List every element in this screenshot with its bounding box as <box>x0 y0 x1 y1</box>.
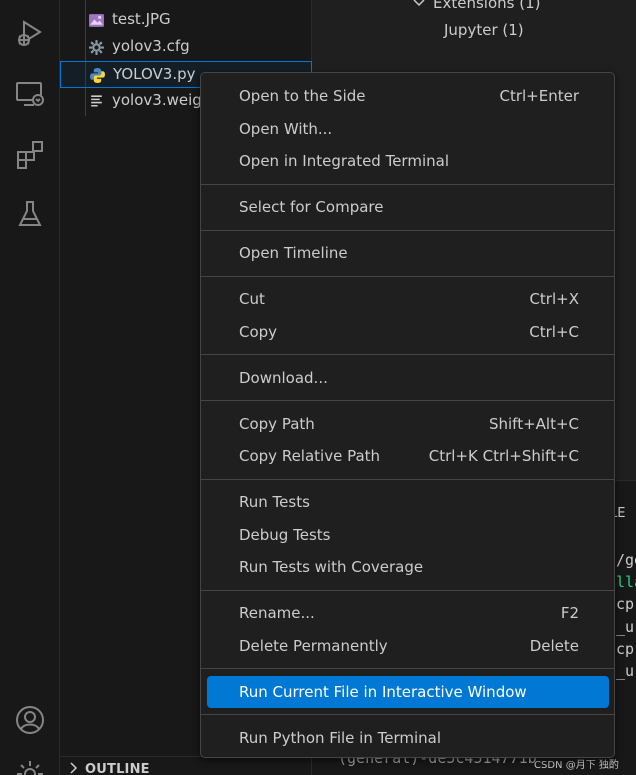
menu-item-label: Open in Integrated Terminal <box>239 152 449 170</box>
menu-item-rename[interactable]: Rename... F2 <box>207 597 609 629</box>
menu-item-label: Select for Compare <box>239 198 384 216</box>
menu-item-copy-relative-path[interactable]: Copy Relative Path Ctrl+K Ctrl+Shift+C <box>207 440 609 472</box>
outline-section-header[interactable]: OUTLINE <box>60 756 312 775</box>
panel-text-fragment: _u <box>616 662 635 680</box>
menu-item-label: Run Tests <box>239 493 310 511</box>
file-name: YOLOV3.py <box>113 65 196 83</box>
menu-separator <box>201 229 614 231</box>
menu-separator <box>201 183 614 185</box>
menu-item-run-python-file-in-terminal[interactable]: Run Python File in Terminal <box>207 722 609 754</box>
chevron-right-icon <box>70 762 78 774</box>
menu-item-label: Open Timeline <box>239 244 348 262</box>
panel-text-fragment: cp <box>616 595 635 613</box>
extensions-heading: Extensions (1) <box>433 0 541 12</box>
text-file-icon <box>91 95 102 107</box>
menu-item-label: Run Python File in Terminal <box>239 728 441 747</box>
menu-item-label: Debug Tests <box>239 525 331 544</box>
context-menu: Open to the Side Ctrl+Enter Open With... Op… <box>200 72 615 758</box>
manage-gear-icon[interactable] <box>12 756 48 775</box>
menu-separator <box>201 275 614 277</box>
file-name: yolov3.weigl <box>112 91 206 109</box>
menu-separator <box>201 714 614 715</box>
file-name: yolov3.cfg <box>112 37 190 55</box>
menu-item-shortcut: Delete <box>529 636 579 655</box>
menu-item-copy[interactable]: Copy Ctrl+C <box>207 316 609 348</box>
activity-bar <box>0 0 60 775</box>
menu-item-cut[interactable]: Cut Ctrl+X <box>207 283 609 315</box>
menu-item-shortcut: Ctrl+C <box>529 322 579 341</box>
outline-label: OUTLINE <box>85 762 150 775</box>
python-file-icon <box>90 68 105 83</box>
extensions-icon[interactable] <box>12 136 48 172</box>
file-row-yolov3-cfg[interactable]: yolov3.cfg <box>60 34 312 61</box>
menu-item-shortcut: Ctrl+Enter <box>499 87 579 105</box>
menu-item-label: Rename... <box>239 604 315 622</box>
menu-item-label: Open With... <box>239 119 333 138</box>
menu-item-run-tests[interactable]: Run Tests <box>207 486 609 518</box>
chevron-down-icon[interactable] <box>411 0 427 11</box>
file-row-test-jpg[interactable]: test.JPG <box>60 7 312 34</box>
menu-item-label: Open to the Side <box>239 87 366 105</box>
image-file-icon <box>89 14 104 27</box>
menu-item-label: Delete Permanently <box>239 636 388 655</box>
menu-item-debug-tests[interactable]: Debug Tests <box>207 519 609 551</box>
vscode-window: test.JPG yolov3.cfg YOLOV3.py yolov3.wei… <box>0 0 636 775</box>
account-icon[interactable] <box>12 702 48 738</box>
panel-text-fragment: lla <box>616 573 636 591</box>
remote-explorer-icon[interactable] <box>12 76 48 112</box>
menu-item-shortcut: Ctrl+K Ctrl+Shift+C <box>428 447 579 465</box>
menu-item-label: Run Current File in Interactive Window <box>239 682 527 701</box>
menu-item-delete-permanently[interactable]: Delete Permanently Delete <box>207 630 609 662</box>
menu-item-open-in-integrated-terminal[interactable]: Open in Integrated Terminal <box>207 145 609 177</box>
menu-item-label: Download... <box>239 368 328 387</box>
menu-item-shortcut: Shift+Alt+C <box>488 414 579 433</box>
menu-item-download[interactable]: Download... <box>207 362 609 394</box>
menu-separator <box>201 589 614 591</box>
menu-item-label: Copy <box>239 322 278 341</box>
menu-separator <box>201 354 614 355</box>
menu-item-copy-path[interactable]: Copy Path Shift+Alt+C <box>207 408 609 440</box>
run-and-debug-icon[interactable] <box>12 16 48 52</box>
menu-item-shortcut: Ctrl+X <box>529 290 579 308</box>
menu-item-label: Copy Path <box>239 414 315 433</box>
menu-separator <box>201 478 614 480</box>
testing-flask-icon[interactable] <box>12 196 48 232</box>
jupyter-item[interactable]: Jupyter (1) <box>444 21 524 39</box>
menu-item-open-timeline[interactable]: Open Timeline <box>207 237 609 269</box>
menu-separator <box>201 400 614 401</box>
menu-item-select-for-compare[interactable]: Select for Compare <box>207 191 609 223</box>
menu-item-open-with[interactable]: Open With... <box>207 113 609 145</box>
panel-text-fragment: /ge <box>616 551 636 569</box>
panel-text-fragment: _u <box>616 618 635 636</box>
menu-item-run-tests-with-coverage[interactable]: Run Tests with Coverage <box>207 551 609 583</box>
file-name: test.JPG <box>112 10 171 28</box>
menu-item-shortcut: F2 <box>560 604 579 622</box>
watermark: CSDN @月下 独酌 <box>534 760 619 771</box>
gear-file-icon <box>89 40 104 55</box>
menu-separator <box>201 668 614 669</box>
menu-item-label: Copy Relative Path <box>239 447 381 465</box>
menu-item-label: Run Tests with Coverage <box>239 558 424 576</box>
menu-item-run-current-file-in-interactive-window[interactable]: Run Current File in Interactive Window <box>207 675 609 708</box>
menu-item-label: Cut <box>239 290 265 308</box>
panel-text-fragment: cp <box>616 640 635 658</box>
menu-item-open-to-the-side[interactable]: Open to the Side Ctrl+Enter <box>207 80 609 112</box>
